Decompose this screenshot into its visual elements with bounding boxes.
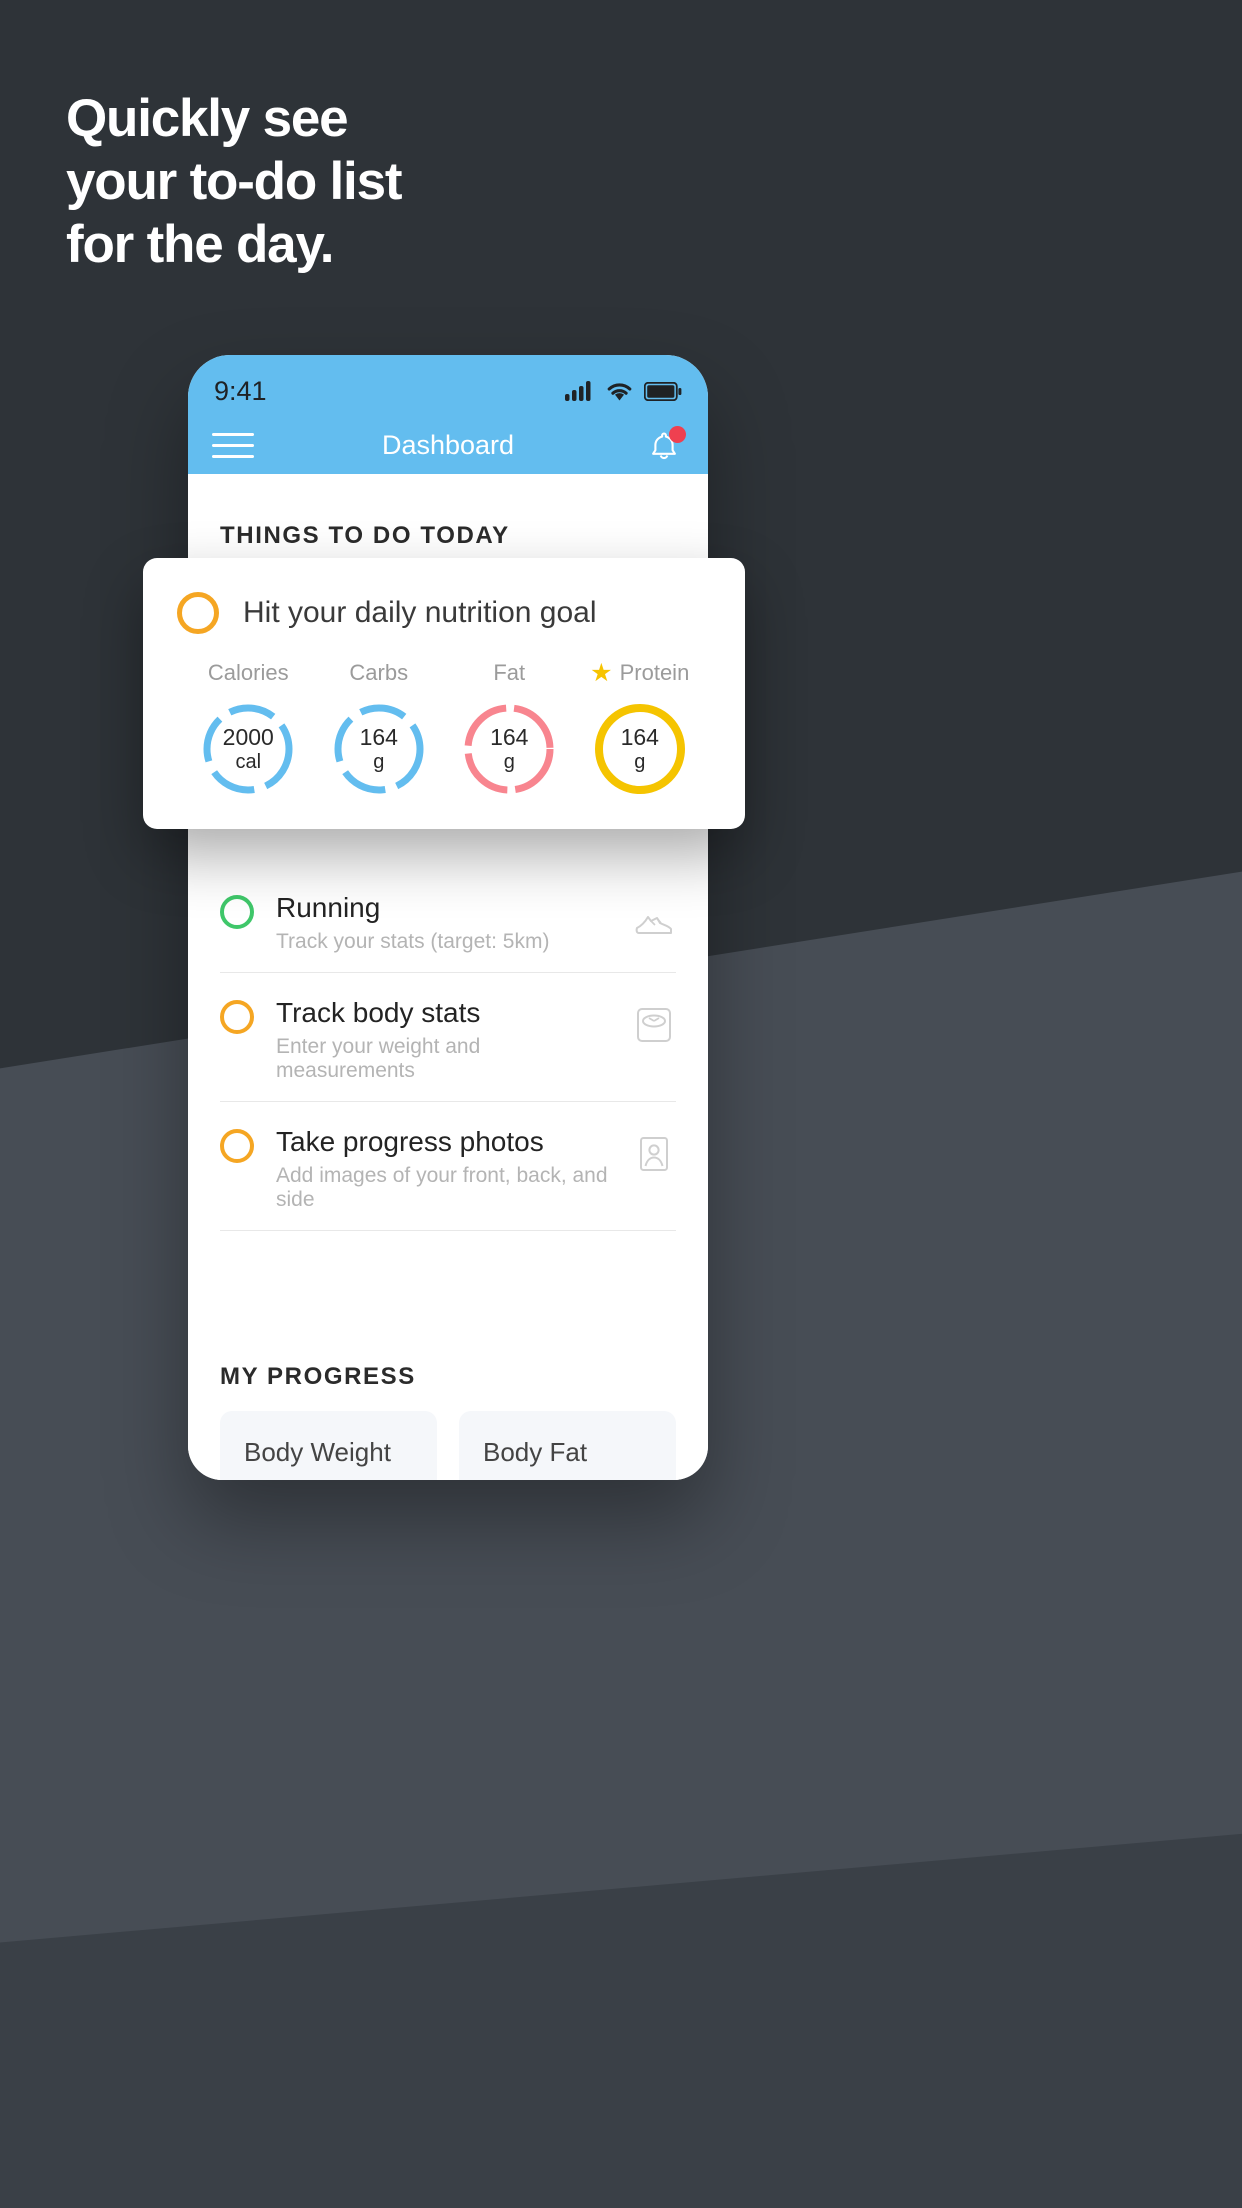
progress-card-body-weight[interactable]: Body Weight 100 kg [220,1411,437,1480]
list-bottom-spacer [220,1231,676,1363]
progress-card-body-fat[interactable]: Body Fat 23 % [459,1411,676,1480]
battery-icon [644,381,682,401]
macro-ring-group: Calories 2000 cal Carbs 164 g Fat 164 g … [177,660,711,799]
progress-card-title: Body Fat [483,1437,588,1467]
page-title: Dashboard [381,430,515,460]
macro-label-wrap: Fat [493,660,525,686]
my-progress-heading: MY PROGRESS [220,1363,416,1390]
todo-subtitle: Add images of your front, back, and side [276,1164,608,1211]
list-item[interactable]: Take progress photos Add images of your … [220,1102,676,1231]
macro-label: Protein [619,660,690,685]
todo-text: Running Track your stats (target: 5km) [276,890,610,954]
macro-value: 164 [359,723,398,750]
marketing-headline: Quickly see your to-do list for the day. [66,89,403,281]
status-bar-icons [565,380,682,402]
hamburger-bar [212,433,254,436]
macro-unit: g [503,750,515,773]
macro-label: Carbs [349,660,409,685]
macro-center-text: 2000 cal [198,699,298,799]
status-bar: 9:41 [188,355,708,417]
macro-calories[interactable]: Calories 2000 cal [183,660,314,799]
unchecked-circle-icon[interactable] [220,1129,254,1163]
todo-title: Track body stats [276,997,481,1028]
macro-fat[interactable]: Fat 164 g [444,660,575,799]
star-icon: ★ [590,658,613,687]
macro-label-wrap: Carbs [349,660,408,686]
nutrition-goal-card[interactable]: Hit your daily nutrition goal Calories 2… [143,558,745,829]
status-bar-time: 9:41 [214,375,267,406]
macro-unit: g [634,750,646,773]
notification-badge [669,425,686,443]
headline-line-3: for the day. [66,215,335,274]
macro-label-wrap: Calories [208,660,289,686]
nutrition-card-title: Hit your daily nutrition goal [243,596,597,629]
headline-line-1: Quickly see [66,89,349,148]
macro-protein[interactable]: ★ Protein 164 g [575,660,706,799]
unchecked-circle-icon[interactable] [220,1000,254,1034]
macro-value: 2000 [222,723,274,750]
progress-card-title: Body Weight [244,1437,391,1467]
list-item[interactable]: Running Track your stats (target: 5km) [220,868,676,973]
things-to-do-heading: THINGS TO DO TODAY [220,522,510,549]
wifi-icon [607,382,632,400]
todo-text: Take progress photos Add images of your … [276,1124,610,1212]
unchecked-circle-icon[interactable] [177,592,219,634]
macro-progress-ring: 2000 cal [198,699,298,799]
macro-unit: cal [235,750,262,773]
todo-title: Take progress photos [276,1126,544,1157]
hamburger-menu-icon[interactable] [212,433,254,458]
macro-carbs[interactable]: Carbs 164 g [314,660,445,799]
headline-line-2: your to-do list [66,152,403,211]
macro-center-text: 164 g [590,699,690,799]
macro-label: Fat [493,660,526,685]
todo-subtitle: Track your stats (target: 5km) [276,930,550,953]
macro-center-text: 164 g [459,699,559,799]
phone-mockup: 9:41 Dashboard THINGS TO DO TODAY Runnin… [188,355,708,1480]
hamburger-bar [212,444,254,447]
list-item[interactable]: Track body stats Enter your weight and m… [220,973,676,1102]
macro-label-wrap: ★ Protein [590,660,689,686]
macro-progress-ring: 164 g [459,699,559,799]
todo-title: Running [276,892,381,923]
todo-subtitle: Enter your weight and measurements [276,1035,481,1082]
macro-progress-ring: 164 g [329,699,429,799]
macro-unit: g [373,750,385,773]
progress-card-grid: Body Weight 100 kg Bod [220,1411,676,1480]
app-bar: Dashboard [188,417,708,474]
macro-label: Calories [207,660,289,685]
macro-value: 164 [490,723,529,750]
notification-button[interactable] [644,425,686,466]
macro-center-text: 164 g [329,699,429,799]
running-shoe-icon [635,916,672,934]
signal-icon [565,381,591,401]
unchecked-circle-icon[interactable] [220,895,254,929]
hamburger-bar [212,455,254,458]
todo-text: Track body stats Enter your weight and m… [276,995,610,1083]
photo-portrait-icon [640,1137,668,1171]
macro-value: 164 [620,723,659,750]
macro-progress-ring: 164 g [590,699,690,799]
weight-scale-icon [637,1008,671,1042]
nutrition-card-header: Hit your daily nutrition goal [177,592,711,634]
